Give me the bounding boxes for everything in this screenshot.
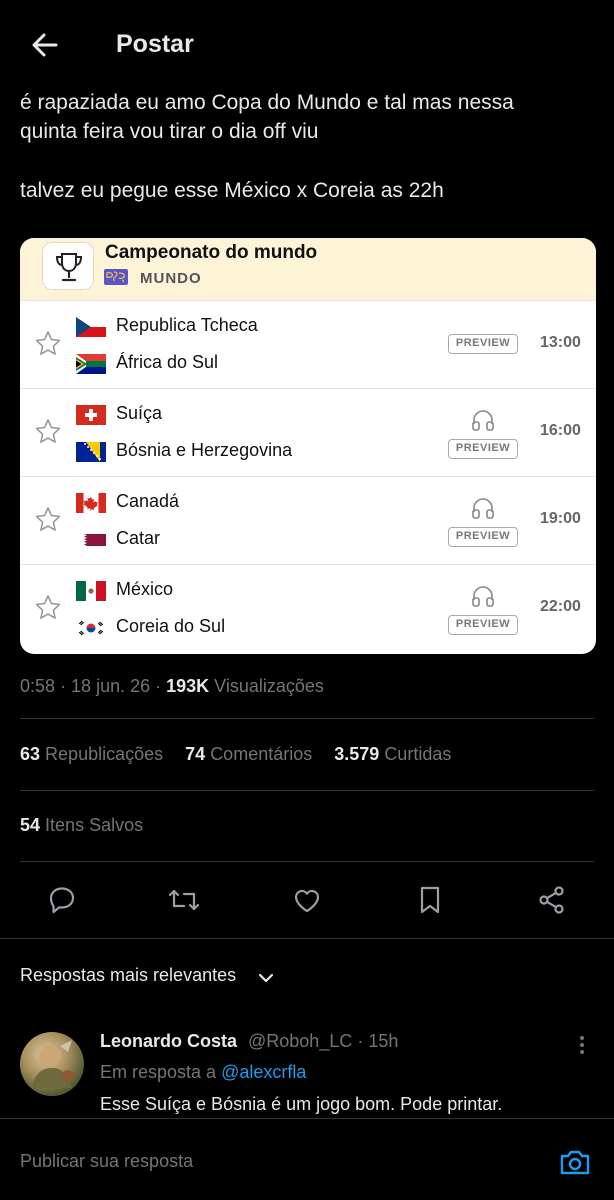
competition-title: Campeonato do mundo xyxy=(105,242,318,263)
star-icon[interactable] xyxy=(33,329,63,359)
reply-author-handle: @Roboh_LC · 15h xyxy=(248,1031,399,1051)
team-away: Bósnia e Herzegovina xyxy=(74,438,374,464)
post-line: quinta feira vou tirar o dia off viu xyxy=(20,120,319,143)
post-date: 18 jun. 26 xyxy=(71,676,151,696)
team-name: Canadá xyxy=(116,491,180,511)
match-time: 19:00 xyxy=(540,510,581,527)
star-icon[interactable] xyxy=(33,417,63,447)
saved-stat[interactable]: 54 Itens Salvos xyxy=(20,815,143,836)
back-arrow-icon[interactable] xyxy=(28,28,62,62)
team-name: África do Sul xyxy=(116,352,219,372)
engagement-stats: 63 Republicações 74 Comentários 3.579 Cu… xyxy=(20,744,468,765)
team-home: Suíça xyxy=(74,401,374,427)
flag-mexico-icon xyxy=(76,581,106,601)
match-time: 13:00 xyxy=(540,334,581,351)
preview-badge[interactable]: PREVIEW xyxy=(448,615,518,635)
match-time: 16:00 xyxy=(540,422,581,439)
mention-link[interactable]: @alexcrfla xyxy=(221,1062,306,1082)
views-count: 193K xyxy=(166,676,210,696)
preview-badge[interactable]: PREVIEW xyxy=(448,527,518,547)
flag-canada-icon xyxy=(76,493,106,513)
flag-qatar-icon xyxy=(76,530,106,550)
star-icon[interactable] xyxy=(33,593,63,623)
bookmark-icon[interactable] xyxy=(412,882,448,918)
flag-south-korea-icon xyxy=(76,618,106,638)
camera-icon[interactable] xyxy=(558,1147,592,1177)
post-text: é rapaziada eu amo Copa do Mundo e tal m… xyxy=(20,88,600,205)
team-name: Republica Tcheca xyxy=(116,315,258,335)
replies-sort-label[interactable]: Respostas mais relevantes xyxy=(20,965,236,986)
preview-badge[interactable]: PREVIEW xyxy=(448,334,518,354)
team-home: Republica Tcheca xyxy=(74,313,374,339)
headphones-icon[interactable] xyxy=(470,584,496,608)
team-home: Canadá xyxy=(74,489,374,515)
team-name: Catar xyxy=(116,528,161,548)
divider xyxy=(20,861,594,862)
team-home: México xyxy=(74,577,374,603)
match-time: 22:00 xyxy=(540,598,581,615)
post-line: talvez eu pegue esse México x Coreia as … xyxy=(20,179,444,202)
match-row[interactable]: Canadá Catar PREVIEW 19:00 xyxy=(20,476,596,564)
world-map-icon xyxy=(104,269,128,285)
post-spacer xyxy=(20,146,600,176)
views-label: Visualizações xyxy=(214,676,324,696)
post-line: é rapaziada eu amo Copa do Mundo e tal m… xyxy=(20,91,514,114)
team-name: Coreia do Sul xyxy=(116,616,226,636)
star-icon[interactable] xyxy=(33,505,63,535)
flag-czech-icon xyxy=(76,317,106,337)
divider xyxy=(20,718,594,719)
divider xyxy=(20,790,594,791)
team-away: África do Sul xyxy=(74,350,374,376)
match-row[interactable]: México Coreia do Sul PREVIEW 22:00 xyxy=(20,564,596,652)
preview-badge[interactable]: PREVIEW xyxy=(448,439,518,459)
divider xyxy=(0,938,614,939)
top-bar: Postar xyxy=(0,0,614,92)
like-icon[interactable] xyxy=(289,882,325,918)
schedule-card-image[interactable]: Campeonato do mundo MUNDO Republica Tche… xyxy=(20,238,596,654)
flag-switzerland-icon xyxy=(76,405,106,425)
comments-stat[interactable]: 74 Comentários xyxy=(185,744,312,764)
team-away: Catar xyxy=(74,526,374,552)
post-time: 0:58 xyxy=(20,676,56,696)
headphones-icon[interactable] xyxy=(470,408,496,432)
reply-author-name[interactable]: Leonardo Costa xyxy=(100,1031,237,1052)
team-name: México xyxy=(116,579,174,599)
post-meta: 0:58 · 18 jun. 26 · 193K Visualizações xyxy=(20,676,324,696)
flag-south-africa-icon xyxy=(76,354,106,374)
reply-composer xyxy=(0,1118,614,1200)
team-away: Coreia do Sul xyxy=(74,614,374,640)
reposts-stat[interactable]: 63 Republicações xyxy=(20,744,163,764)
flag-bosnia-icon xyxy=(76,442,106,462)
chevron-down-icon[interactable] xyxy=(256,968,276,988)
card-header: Campeonato do mundo MUNDO xyxy=(20,238,596,300)
reply-icon[interactable] xyxy=(44,882,80,918)
more-options-icon[interactable] xyxy=(572,1033,592,1057)
team-name: Bósnia e Herzegovina xyxy=(116,440,293,460)
trophy-icon xyxy=(42,242,94,290)
match-row[interactable]: Suíça Bósnia e Herzegovina PREVIEW 16:00 xyxy=(20,388,596,476)
competition-region: MUNDO xyxy=(140,270,202,287)
reply-text: Esse Suíça e Bósnia é um jogo bom. Pode … xyxy=(100,1094,503,1114)
share-icon[interactable] xyxy=(534,882,570,918)
in-reply-to: Em resposta a @alexcrfla xyxy=(100,1062,307,1082)
avatar[interactable] xyxy=(20,1032,84,1096)
likes-stat[interactable]: 3.579 Curtidas xyxy=(334,744,451,764)
team-name: Suíça xyxy=(116,403,163,423)
headphones-icon[interactable] xyxy=(470,496,496,520)
repost-icon[interactable] xyxy=(166,882,202,918)
reply-input[interactable] xyxy=(20,1151,520,1172)
match-row[interactable]: Republica Tcheca África do Sul PREVIEW 1… xyxy=(20,300,596,388)
page-title: Postar xyxy=(116,30,194,58)
